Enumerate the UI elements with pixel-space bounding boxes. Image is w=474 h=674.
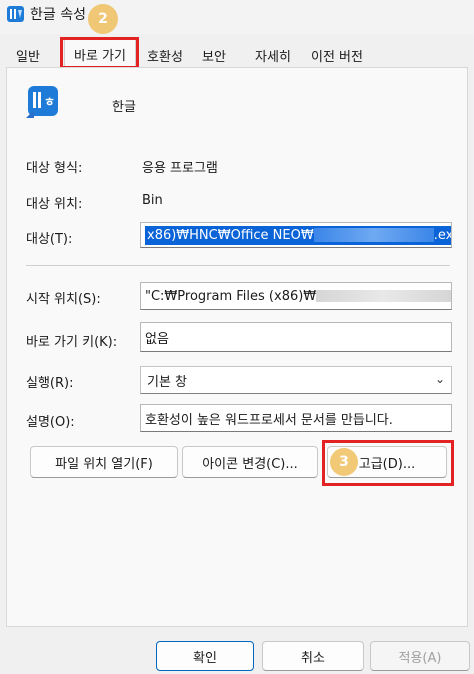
change-icon-button[interactable]: 아이콘 변경(C)... [182, 446, 318, 478]
step-3-marker: 3 [330, 448, 358, 476]
cancel-button[interactable]: 취소 [262, 641, 364, 671]
tab-label: 호환성 [147, 49, 183, 65]
target-selection: x86)₩HNC₩Office NEO₩ .exe" [145, 225, 451, 245]
tab-label: 이전 버전 [311, 49, 363, 65]
shortcut-key-label: 바로 가기 키(K): [26, 335, 118, 350]
step-2-marker: 2 [88, 4, 118, 34]
target-input[interactable]: x86)₩HNC₩Office NEO₩ .exe" [140, 222, 452, 248]
tab-details[interactable]: 자세히 [248, 42, 298, 68]
button-label: 파일 위치 열기(F) [55, 456, 153, 472]
app-name: 한글 [112, 100, 136, 115]
hwp-app-icon [7, 6, 24, 22]
tab-general[interactable]: 일반 [8, 42, 48, 68]
redacted-segment [316, 290, 451, 302]
target-type-label: 대상 형식: [26, 161, 83, 176]
open-file-location-button[interactable]: 파일 위치 열기(F) [30, 446, 178, 478]
apply-button[interactable]: 적용(A) [370, 641, 470, 671]
shortcut-key-value: 없음 [145, 331, 169, 347]
title-bar: 한글 속성 [0, 0, 474, 34]
svg-text:ㅎ: ㅎ [44, 95, 55, 109]
chevron-down-icon: ⌄ [434, 372, 445, 386]
tab-label: 일반 [16, 49, 40, 65]
ok-button[interactable]: 확인 [156, 641, 254, 671]
comment-label: 설명(O): [26, 415, 75, 430]
button-label: 적용(A) [398, 650, 442, 666]
target-value-start: x86)₩HNC₩Office NEO₩ [147, 227, 314, 243]
button-label: 확인 [193, 650, 217, 666]
redacted-segment [313, 228, 434, 242]
run-value: 기본 창 [147, 374, 188, 390]
tab-label: 보안 [202, 49, 226, 65]
window-title: 한글 속성 [30, 7, 86, 23]
target-location-value: Bin [142, 193, 163, 208]
divider [26, 265, 450, 266]
run-select[interactable]: 기본 창 ⌄ [140, 366, 452, 394]
target-value-end: .exe" [433, 227, 451, 243]
button-label: 취소 [301, 650, 325, 666]
run-label: 실행(R): [26, 376, 74, 391]
tab-security[interactable]: 보안 [196, 42, 232, 68]
highlight-box-shortcut-tab [60, 37, 139, 69]
hwp-large-icon: ㅎ [26, 86, 58, 118]
tab-previous-versions[interactable]: 이전 버전 [304, 42, 370, 68]
shortcut-key-input[interactable]: 없음 [140, 322, 452, 352]
tab-compatibility[interactable]: 호환성 [140, 42, 190, 68]
start-in-label: 시작 위치(S): [26, 292, 101, 307]
tab-label: 자세히 [255, 49, 291, 65]
target-location-label: 대상 위치: [26, 197, 83, 212]
comment-value: 호환성이 높은 워드프로세서 문서를 만듭니다. [145, 412, 393, 428]
start-in-value: "C:₩Program Files (x86)₩ [145, 288, 317, 304]
target-label: 대상(T): [26, 232, 73, 247]
button-label: 아이콘 변경(C)... [202, 456, 298, 472]
start-in-input[interactable]: "C:₩Program Files (x86)₩ [140, 282, 452, 310]
target-type-value: 응용 프로그램 [142, 161, 218, 176]
comment-input[interactable]: 호환성이 높은 워드프로세서 문서를 만듭니다. [140, 404, 452, 432]
